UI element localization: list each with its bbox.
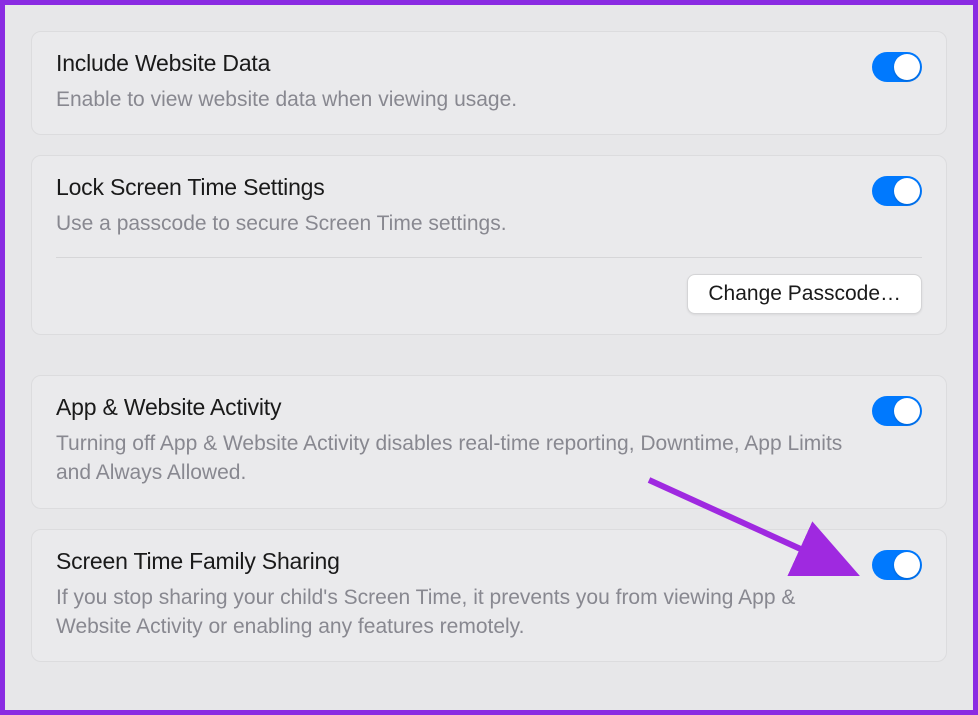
divider [56,257,922,258]
setting-description: Enable to view website data when viewing… [56,85,852,114]
setting-title: Screen Time Family Sharing [56,548,852,575]
toggle-knob [894,552,920,578]
toggle-include-website-data[interactable] [872,52,922,82]
setting-card-lock-screen-time: Lock Screen Time Settings Use a passcode… [31,155,947,334]
setting-text: App & Website Activity Turning off App &… [56,394,872,488]
setting-description: Turning off App & Website Activity disab… [56,429,852,488]
toggle-knob [894,178,920,204]
setting-description: Use a passcode to secure Screen Time set… [56,209,852,238]
setting-card-app-website-activity: App & Website Activity Turning off App &… [31,375,947,509]
toggle-family-sharing[interactable] [872,550,922,580]
toggle-knob [894,398,920,424]
toggle-lock-screen-time[interactable] [872,176,922,206]
setting-card-family-sharing: Screen Time Family Sharing If you stop s… [31,529,947,663]
setting-description: If you stop sharing your child's Screen … [56,583,852,642]
setting-row: App & Website Activity Turning off App &… [56,394,922,488]
setting-row: Screen Time Family Sharing If you stop s… [56,548,922,642]
change-passcode-button[interactable]: Change Passcode… [687,274,922,314]
setting-row: Include Website Data Enable to view webs… [56,50,922,114]
setting-row: Lock Screen Time Settings Use a passcode… [56,174,922,238]
setting-title: Lock Screen Time Settings [56,174,852,201]
setting-title: App & Website Activity [56,394,852,421]
setting-title: Include Website Data [56,50,852,77]
setting-card-include-website-data: Include Website Data Enable to view webs… [31,31,947,135]
button-row: Change Passcode… [56,274,922,314]
setting-text: Lock Screen Time Settings Use a passcode… [56,174,872,238]
setting-text: Screen Time Family Sharing If you stop s… [56,548,872,642]
setting-text: Include Website Data Enable to view webs… [56,50,872,114]
toggle-knob [894,54,920,80]
toggle-app-website-activity[interactable] [872,396,922,426]
